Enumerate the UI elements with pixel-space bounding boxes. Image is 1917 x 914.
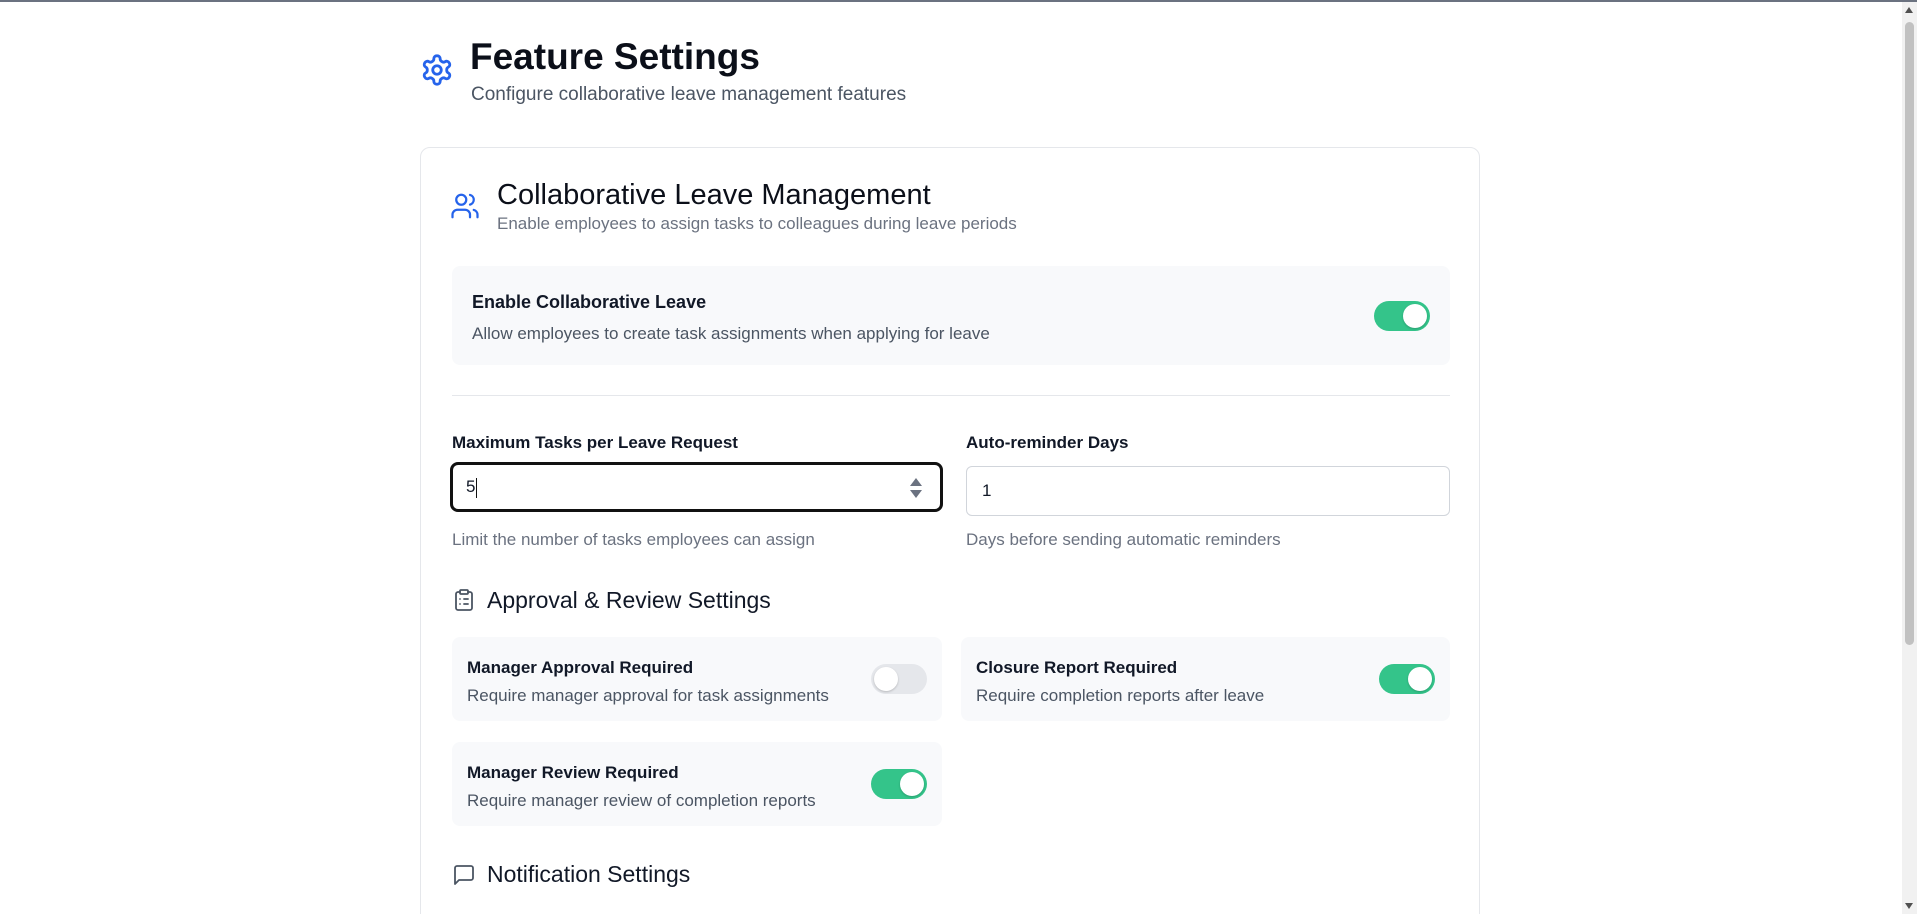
manager-approval-toggle[interactable] — [871, 664, 927, 694]
gear-icon — [422, 54, 452, 86]
number-spinner[interactable] — [910, 478, 922, 500]
reminder-days-input[interactable]: 1 — [966, 466, 1450, 516]
users-icon — [451, 193, 479, 219]
setting-description: Require manager approval for task assign… — [467, 686, 829, 705]
setting-title: Manager Review Required — [467, 763, 679, 782]
reminder-days-label: Auto-reminder Days — [966, 433, 1129, 452]
page-title: Feature Settings — [470, 36, 760, 77]
max-tasks-input[interactable]: 5 — [450, 462, 943, 512]
approval-section-title: Approval & Review Settings — [487, 587, 771, 613]
card-subtitle: Enable employees to assign tasks to coll… — [497, 214, 1017, 233]
setting-title: Manager Approval Required — [467, 658, 694, 677]
setting-manager-approval: Manager Approval Required Require manage… — [452, 637, 942, 721]
reminder-days-help: Days before sending automatic reminders — [966, 530, 1281, 549]
section-divider — [452, 395, 1450, 396]
scroll-down-icon[interactable] — [1905, 903, 1913, 909]
spinner-down-icon[interactable] — [910, 490, 922, 498]
settings-page: Feature Settings Configure collaborative… — [0, 2, 1902, 914]
setting-closure-report: Closure Report Required Require completi… — [961, 637, 1450, 721]
page-subtitle: Configure collaborative leave management… — [471, 84, 907, 105]
card-title: Collaborative Leave Management — [497, 179, 931, 211]
reminder-days-value: 1 — [982, 481, 992, 500]
enable-collab-toggle[interactable] — [1374, 301, 1430, 331]
setting-description: Require manager review of completion rep… — [467, 791, 816, 810]
text-caret — [476, 477, 478, 498]
closure-report-toggle[interactable] — [1379, 664, 1435, 694]
enable-collab-setting: Enable Collaborative Leave Allow employe… — [452, 266, 1450, 365]
collab-leave-card: Collaborative Leave Management Enable em… — [420, 147, 1480, 914]
max-tasks-help: Limit the number of tasks employees can … — [452, 530, 815, 549]
toggle-knob — [1403, 304, 1427, 328]
message-icon — [454, 865, 474, 885]
setting-title: Closure Report Required — [976, 658, 1178, 677]
enable-collab-title: Enable Collaborative Leave — [472, 292, 707, 312]
setting-manager-review: Manager Review Required Require manager … — [452, 742, 942, 826]
spinner-up-icon[interactable] — [910, 478, 922, 486]
setting-description: Require completion reports after leave — [976, 686, 1265, 705]
clipboard-icon — [455, 589, 473, 611]
toggle-knob — [900, 772, 924, 796]
scroll-up-icon[interactable] — [1905, 7, 1913, 13]
enable-collab-description: Allow employees to create task assignmen… — [472, 324, 990, 343]
toggle-knob — [874, 667, 898, 691]
max-tasks-value: 5 — [466, 477, 476, 496]
notification-section-title: Notification Settings — [487, 861, 691, 887]
manager-review-toggle[interactable] — [871, 769, 927, 799]
max-tasks-label: Maximum Tasks per Leave Request — [452, 433, 738, 452]
scrollbar-thumb[interactable] — [1905, 22, 1914, 645]
toggle-knob — [1408, 667, 1432, 691]
vertical-scrollbar[interactable] — [1902, 2, 1917, 914]
